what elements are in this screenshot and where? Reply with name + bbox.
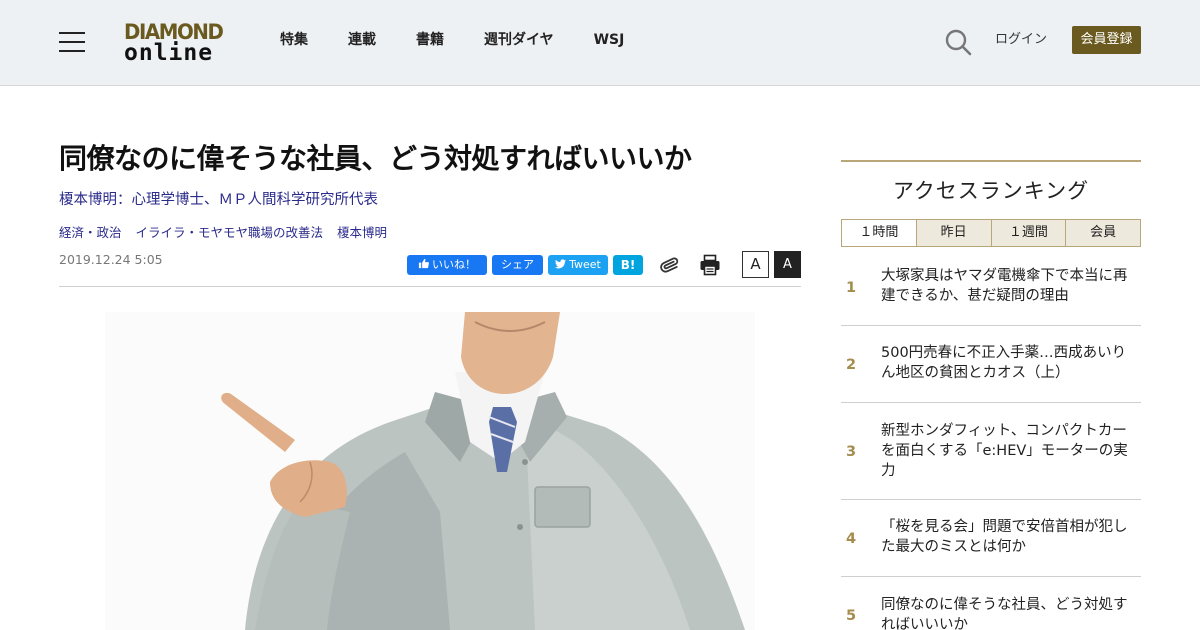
rank-headline: 同僚なのに偉そうな社員、どう対処すればいいいか — [881, 597, 1128, 630]
nav-item-series[interactable]: 連載 — [348, 30, 376, 50]
ranking-tabs: １時間 昨日 １週間 会員 — [841, 219, 1141, 247]
nav-item-wsj[interactable]: WSJ — [594, 30, 625, 50]
font-size-small-button[interactable]: A — [742, 251, 769, 278]
ranking-list: 1 大塚家具はヤマダ電機傘下で本当に再建できるか、甚だ疑問の理由 2 500円売… — [841, 248, 1141, 630]
register-button[interactable]: 会員登録 — [1072, 26, 1141, 54]
ranking-item[interactable]: 3 新型ホンダフィット、コンパクトカーを面白くする「e:HEV」モーターの実力 — [841, 403, 1141, 500]
ranking-item[interactable]: 4 「桜を見る会」問題で安倍首相が犯した最大のミスとは何か — [841, 500, 1141, 577]
tab-members[interactable]: 会員 — [1065, 220, 1140, 246]
search-icon[interactable] — [944, 28, 972, 56]
rank-headline: 大塚家具はヤマダ電機傘下で本当に再建できるか、甚だ疑問の理由 — [881, 268, 1128, 304]
login-link[interactable]: ログイン — [995, 31, 1047, 49]
ranking-item[interactable]: 5 同僚なのに偉そうな社員、どう対処すればいいいか — [841, 577, 1141, 630]
tag-link[interactable]: 榎本博明 — [337, 224, 387, 242]
rank-number: 5 — [846, 608, 857, 624]
tab-1-week[interactable]: １週間 — [990, 220, 1066, 246]
rank-headline: 新型ホンダフィット、コンパクトカーを面白くする「e:HEV」モーターの実力 — [881, 423, 1128, 479]
rank-headline: 500円売春に不正入手薬…西成あいりん地区の貧困とカオス（上） — [881, 345, 1127, 381]
site-header: DIAMOND online 特集 連載 書籍 週刊ダイヤ WSJ ログイン 会… — [0, 0, 1200, 86]
logo-wordmark-bottom: online — [124, 40, 214, 66]
ranking-item[interactable]: 2 500円売春に不正入手薬…西成あいりん地区の貧困とカオス（上） — [841, 326, 1141, 403]
author-byline[interactable]: 榎本博明：心理学博士、ＭＰ人間科学研究所代表 — [59, 190, 378, 210]
tweet-button[interactable]: Tweet — [548, 255, 608, 275]
print-icon[interactable] — [698, 253, 722, 277]
tweet-label: Tweet — [569, 258, 601, 271]
ranking-item[interactable]: 1 大塚家具はヤマダ電機傘下で本当に再建できるか、甚だ疑問の理由 — [841, 248, 1141, 326]
rank-number: 3 — [846, 444, 857, 460]
article-photo — [105, 312, 755, 630]
paperclip-icon[interactable] — [658, 253, 682, 277]
tab-yesterday[interactable]: 昨日 — [915, 220, 991, 246]
tab-1-hour[interactable]: １時間 — [842, 220, 916, 246]
tag-link[interactable]: イライラ・モヤモヤ職場の改善法 — [136, 224, 324, 242]
font-size-large-button[interactable]: A — [774, 251, 801, 278]
nav-item-weekly-diamond[interactable]: 週刊ダイヤ — [484, 30, 554, 50]
article-title: 同僚なのに偉そうな社員、どう対処すればいいいか — [59, 142, 692, 175]
ranking-topline — [841, 160, 1141, 162]
facebook-like-button[interactable]: いいね！ — [407, 255, 487, 275]
share-bar: いいね！ シェア Tweet B! — [407, 255, 648, 275]
twitter-bird-icon — [555, 259, 567, 269]
facebook-share-button[interactable]: シェア — [492, 255, 543, 275]
thumbs-up-icon — [418, 258, 429, 269]
nav-item-features[interactable]: 特集 — [280, 30, 308, 50]
main-nav: 特集 連載 書籍 週刊ダイヤ WSJ — [280, 30, 664, 50]
article-tags: 経済・政治 イライラ・モヤモヤ職場の改善法 榎本博明 — [59, 224, 401, 242]
divider — [59, 286, 801, 287]
hatena-bookmark-button[interactable]: B! — [613, 255, 643, 275]
like-label: いいね！ — [432, 258, 476, 271]
tag-link[interactable]: 経済・政治 — [59, 224, 122, 242]
rank-number: 4 — [846, 531, 857, 547]
ranking-title: アクセスランキング — [892, 179, 1090, 203]
site-logo[interactable]: DIAMOND online — [124, 20, 226, 66]
publish-date: 2019.12.24 5:05 — [59, 252, 163, 267]
rank-headline: 「桜を見る会」問題で安倍首相が犯した最大のミスとは何か — [881, 519, 1128, 555]
rank-number: 1 — [846, 280, 857, 296]
office-worker-illustration — [105, 312, 755, 630]
menu-icon[interactable] — [59, 32, 85, 52]
rank-number: 2 — [846, 357, 857, 373]
nav-item-books[interactable]: 書籍 — [416, 30, 444, 50]
